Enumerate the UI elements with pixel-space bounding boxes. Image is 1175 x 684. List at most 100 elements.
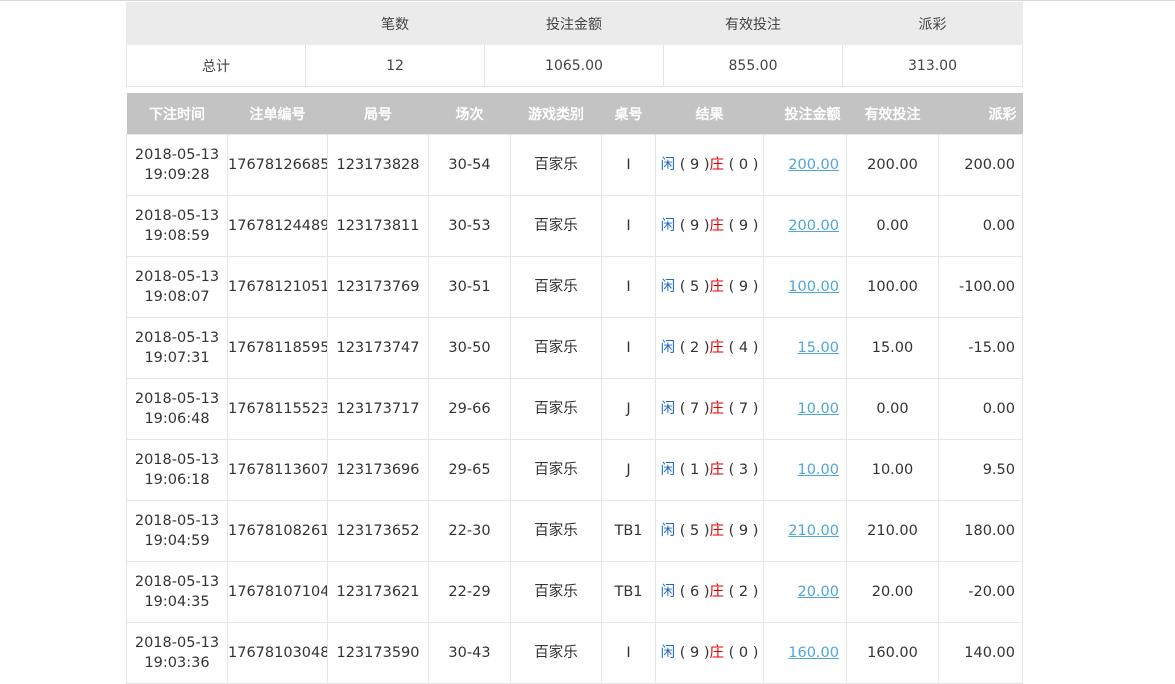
bet-record-row: 2018-05-13 19:06:18 17678113607 123173696… [126, 439, 1023, 501]
payout-cell: 140.00 [938, 622, 1023, 684]
header-bet-time[interactable]: 下注时间 [126, 93, 228, 135]
header-table-no[interactable]: 桌号 [601, 93, 656, 135]
bet-date: 2018-05-13 [134, 269, 220, 285]
session-cell: 30-54 [428, 134, 511, 196]
payout-cell: -20.00 [938, 561, 1023, 623]
header-bet-id[interactable]: 注单编号 [227, 93, 328, 135]
valid-bet-cell: 0.00 [846, 378, 939, 440]
banker-points: 2 [738, 584, 749, 600]
betting-record-panel: 笔数 投注金额 有效投注 派彩 总计 1 2 1065.00 855.00 313… [126, 2, 1023, 684]
header-session[interactable]: 场次 [428, 93, 511, 135]
top-divider [0, 0, 1175, 1]
result-cell: 闲 ( 5 )庄 ( 9 ) [655, 256, 764, 318]
game-type-cell: 百家乐 [510, 256, 602, 318]
bet-record-row: 2018-05-13 19:04:35 17678107104 123173621… [126, 561, 1023, 623]
table-no-cell: I [601, 317, 656, 379]
table-no-cell: I [601, 195, 656, 257]
player-label: 闲 [660, 645, 676, 661]
player-points: 9 [689, 645, 700, 661]
banker-points: 9 [738, 523, 749, 539]
round-id-cell: 123173828 [327, 134, 429, 196]
bet-time: 19:04:35 [144, 594, 210, 610]
header-result[interactable]: 结果 [655, 93, 764, 135]
header-payout[interactable]: 派彩 [938, 93, 1023, 135]
bet-time: 19:09:28 [144, 167, 210, 183]
summary-total-valid-bet: 855.00 [663, 44, 843, 87]
player-points: 6 [689, 584, 700, 600]
bet-date: 2018-05-13 [134, 513, 220, 529]
summary-total-payout: 313.00 [842, 44, 1023, 87]
banker-label: 庄 [709, 584, 725, 600]
summary-total-label: 总计 [126, 44, 306, 87]
bet-time-cell: 2018-05-13 19:06:18 [126, 439, 228, 501]
result-cell: 闲 ( 9 )庄 ( 0 ) [655, 622, 764, 684]
session-cell: 29-65 [428, 439, 511, 501]
payout-cell: -15.00 [938, 317, 1023, 379]
player-points: 9 [689, 157, 700, 173]
table-no-cell: J [601, 439, 656, 501]
banker-points: 9 [738, 279, 749, 295]
bet-amount-link[interactable]: 210.00 [788, 523, 839, 539]
bet-time-cell: 2018-05-13 19:04:59 [126, 500, 228, 562]
banker-points: 0 [738, 157, 749, 173]
bet-amount-link[interactable]: 15.00 [797, 340, 839, 356]
header-round-id[interactable]: 局号 [327, 93, 429, 135]
game-type-cell: 百家乐 [510, 134, 602, 196]
bet-amount-cell: 20.00 [763, 561, 847, 623]
game-type-cell: 百家乐 [510, 561, 602, 623]
bet-time-cell: 2018-05-13 19:04:35 [126, 561, 228, 623]
payout-cell: 200.00 [938, 134, 1023, 196]
summary-total-bet-amount: 1065.00 [484, 44, 664, 87]
bet-amount-cell: 10.00 [763, 378, 847, 440]
bet-amount-link[interactable]: 200.00 [788, 218, 839, 234]
round-id-cell: 123173652 [327, 500, 429, 562]
player-label: 闲 [660, 340, 676, 356]
round-id-cell: 123173747 [327, 317, 429, 379]
player-points: 2 [689, 340, 700, 356]
bet-amount-link[interactable]: 10.00 [797, 401, 839, 417]
bet-amount-cell: 100.00 [763, 256, 847, 318]
bet-amount-link[interactable]: 20.00 [797, 584, 839, 600]
payout-cell: 0.00 [938, 378, 1023, 440]
bet-amount-link[interactable]: 100.00 [788, 279, 839, 295]
payout-cell: 0.00 [938, 195, 1023, 257]
summary-header-count: 笔数 [305, 2, 485, 45]
player-points: 1 [689, 462, 700, 478]
bet-date: 2018-05-13 [134, 452, 220, 468]
session-cell: 30-43 [428, 622, 511, 684]
header-valid-bet[interactable]: 有效投注 [846, 93, 939, 135]
header-game-type[interactable]: 游戏类别 [510, 93, 602, 135]
game-type-cell: 百家乐 [510, 195, 602, 257]
bet-amount-cell: 210.00 [763, 500, 847, 562]
bet-record-row: 2018-05-13 19:08:59 17678124489 123173811… [126, 195, 1023, 257]
banker-label: 庄 [709, 157, 725, 173]
payout-cell: 180.00 [938, 500, 1023, 562]
bet-amount-link[interactable]: 200.00 [788, 157, 839, 173]
round-id-cell: 123173811 [327, 195, 429, 257]
player-label: 闲 [660, 218, 676, 234]
summary-header-blank [126, 2, 306, 45]
player-points: 5 [689, 523, 700, 539]
payout-cell: -100.00 [938, 256, 1023, 318]
session-cell: 30-51 [428, 256, 511, 318]
valid-bet-cell: 0.00 [846, 195, 939, 257]
bet-date: 2018-05-13 [134, 147, 220, 163]
summary-header-valid-bet: 有效投注 [663, 2, 843, 45]
bet-amount-cell: 160.00 [763, 622, 847, 684]
bet-amount-link[interactable]: 160.00 [788, 645, 839, 661]
bet-time: 19:06:48 [144, 411, 210, 427]
banker-points: 0 [738, 645, 749, 661]
valid-bet-cell: 200.00 [846, 134, 939, 196]
bet-amount-link[interactable]: 10.00 [797, 462, 839, 478]
bet-records-table: 下注时间 注单编号 局号 场次 游戏类别 桌号 结果 投注金额 有效投注 派彩 … [126, 93, 1023, 684]
table-no-cell: TB1 [601, 500, 656, 562]
bet-record-row: 2018-05-13 19:07:31 17678118595 123173747… [126, 317, 1023, 379]
bet-date: 2018-05-13 [134, 330, 220, 346]
bet-time: 19:04:59 [144, 533, 210, 549]
bet-date: 2018-05-13 [134, 635, 220, 651]
banker-label: 庄 [709, 645, 725, 661]
header-bet-amount[interactable]: 投注金额 [763, 93, 847, 135]
result-cell: 闲 ( 6 )庄 ( 2 ) [655, 561, 764, 623]
banker-points: 3 [738, 462, 749, 478]
table-no-cell: TB1 [601, 561, 656, 623]
